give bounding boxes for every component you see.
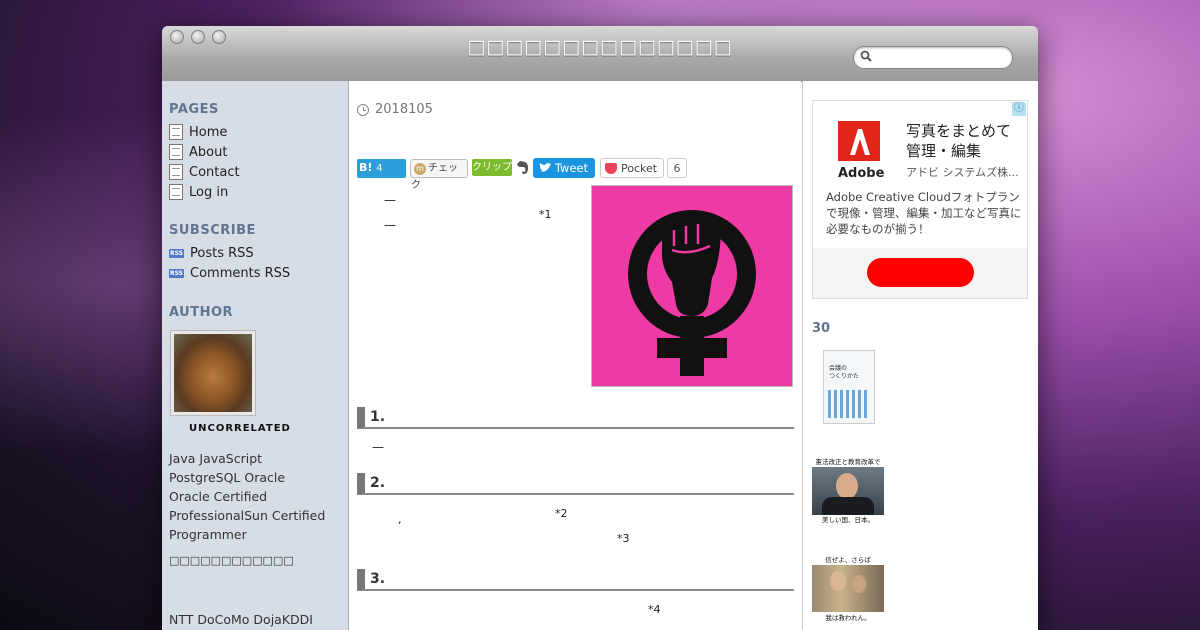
title-bar: □□□□□□□□□□□□□□ bbox=[162, 26, 1038, 82]
poster-photo bbox=[812, 565, 884, 612]
sidebar-item-comments-rss[interactable]: RSS Comments RSS bbox=[169, 264, 290, 282]
poster-top-text: 憲法改正と教育改革で bbox=[815, 458, 881, 466]
rss-icon: RSS bbox=[169, 248, 184, 258]
search-icon bbox=[860, 50, 872, 62]
adobe-icon bbox=[838, 121, 880, 161]
sidebar-item-label: Log in bbox=[189, 184, 229, 200]
poster-bottom-text: 我は救われん。 bbox=[825, 614, 871, 622]
search-input[interactable] bbox=[853, 46, 1013, 69]
date-text: 2018105 bbox=[375, 102, 433, 117]
author-heading: AUTHOR bbox=[169, 305, 234, 320]
hatena-count: 4 bbox=[376, 163, 383, 174]
abe-poster-thumbnail[interactable]: 憲法改正と教育改革で 美しい国、日本。 bbox=[812, 458, 884, 524]
painting-poster-thumbnail[interactable]: 信ぜよ、さらば 我は救われん。 bbox=[812, 556, 884, 622]
sidebar-item-posts-rss[interactable]: RSS Posts RSS bbox=[169, 244, 254, 262]
pocket-label: Pocket bbox=[621, 162, 658, 175]
sidebar-item-home[interactable]: Home bbox=[169, 123, 227, 141]
pocket-button[interactable]: Pocket bbox=[600, 158, 664, 178]
bio-line: PostgreSQL Oracle bbox=[169, 470, 286, 485]
author-name[interactable]: UNCORRELATED bbox=[189, 423, 291, 434]
ad-footer bbox=[813, 248, 1027, 298]
ad-headline[interactable]: 写真をまとめて管理・編集 bbox=[906, 121, 1024, 161]
ad-body: Adobe Creative Cloudフォトプランで現像・管理、編集・加工など… bbox=[826, 190, 1022, 236]
sidebar-item-login[interactable]: Log in bbox=[169, 183, 228, 201]
sidebar-item-about[interactable]: About bbox=[169, 143, 227, 161]
poster-top-text: 信ぜよ、さらば bbox=[825, 556, 871, 564]
bio-line: Java JavaScript bbox=[169, 451, 263, 466]
adobe-logo: Adobe bbox=[838, 121, 884, 181]
post-date: 2018105 bbox=[357, 102, 433, 117]
pages-heading: PAGES bbox=[169, 102, 219, 117]
sidebar-item-contact[interactable]: Contact bbox=[169, 163, 240, 181]
sidebar-item-label: Home bbox=[189, 124, 228, 140]
footnote-link[interactable]: *2 bbox=[555, 507, 568, 520]
comma-mark: , bbox=[398, 513, 402, 526]
ad-advertiser: アドビ システムズ株... bbox=[906, 166, 1019, 179]
sidebar-item-label: Contact bbox=[189, 164, 240, 180]
section-heading-2: 2. bbox=[357, 473, 794, 495]
tweet-button[interactable]: Tweet bbox=[533, 158, 595, 178]
main-content: 2018105 B! 4 m チェック クリップ Tweet Pocket 6 … bbox=[349, 81, 801, 630]
bio-line: Programmer bbox=[169, 527, 247, 542]
mixi-icon: m bbox=[414, 163, 426, 175]
feminism-symbol-image bbox=[591, 185, 793, 387]
advertisement[interactable]: ⓘ Adobe 写真をまとめて管理・編集 アドビ システムズ株... Adobe… bbox=[812, 100, 1028, 299]
bio-line: Oracle Certified bbox=[169, 489, 268, 504]
page-icon bbox=[169, 184, 183, 200]
poster-bottom-text: 美しい国、日本。 bbox=[822, 516, 874, 524]
text-dash: — bbox=[372, 440, 384, 454]
ad-cta-button[interactable] bbox=[867, 258, 974, 287]
pocket-count: 6 bbox=[667, 158, 687, 178]
book-title: 会議の つくりかた bbox=[829, 365, 860, 380]
bio-more: NTT DoCoMo DojaKDDI bbox=[169, 612, 313, 627]
ad-info-icon[interactable]: ⓘ bbox=[1012, 102, 1026, 116]
browser-window: □□□□□□□□□□□□□□ PAGES Home About Contact … bbox=[162, 26, 1038, 630]
section-heading-1: 1. bbox=[357, 407, 794, 429]
bio-line: ProfessionalSun Certified bbox=[169, 508, 326, 523]
author-bio: Java JavaScript PostgreSQL Oracle Oracle… bbox=[169, 449, 325, 544]
avatar[interactable] bbox=[170, 330, 256, 416]
footnote-link[interactable]: *1 bbox=[539, 208, 552, 221]
evernote-icon[interactable] bbox=[514, 160, 530, 176]
sidebar-item-label: Comments RSS bbox=[190, 265, 291, 281]
clock-icon bbox=[357, 103, 369, 116]
section-heading: 30 bbox=[812, 321, 831, 336]
mixi-check-button[interactable]: m チェック bbox=[410, 159, 468, 191]
hatena-label: B! bbox=[359, 161, 373, 174]
sidebar-item-label: Posts RSS bbox=[190, 245, 254, 261]
right-sidebar: ⓘ Adobe 写真をまとめて管理・編集 アドビ システムズ株... Adobe… bbox=[802, 81, 1038, 630]
text-dash: — bbox=[384, 193, 396, 207]
twitter-icon bbox=[539, 163, 551, 172]
sidebar-item-label: About bbox=[189, 144, 228, 160]
page-icon bbox=[169, 144, 183, 160]
rss-icon: RSS bbox=[169, 268, 184, 278]
bio-extra: □□□□□□□□□□□□ bbox=[169, 554, 294, 567]
livedoor-clip-button[interactable]: クリップ bbox=[472, 159, 512, 176]
tweet-label: Tweet bbox=[554, 161, 588, 175]
page-icon bbox=[169, 164, 183, 180]
footnote-link[interactable]: *4 bbox=[648, 603, 661, 616]
book-cover-thumbnail[interactable]: 会議の つくりかた bbox=[823, 350, 875, 424]
text-dash: — bbox=[384, 218, 396, 232]
subscribe-heading: SUBSCRIBE bbox=[169, 223, 256, 238]
poster-photo bbox=[812, 467, 884, 515]
book-cover-art bbox=[828, 390, 870, 418]
author-photo bbox=[174, 334, 252, 412]
left-sidebar: PAGES Home About Contact Log in SUBSCRIB… bbox=[162, 81, 349, 630]
adobe-wordmark: Adobe bbox=[838, 166, 885, 181]
footnote-link[interactable]: *3 bbox=[617, 532, 630, 545]
pocket-icon bbox=[605, 163, 617, 174]
raised-fist-venus-icon bbox=[628, 210, 756, 376]
section-heading-3: 3. bbox=[357, 569, 794, 591]
hatena-bookmark-button[interactable]: B! 4 bbox=[357, 159, 406, 178]
page-icon bbox=[169, 124, 183, 140]
